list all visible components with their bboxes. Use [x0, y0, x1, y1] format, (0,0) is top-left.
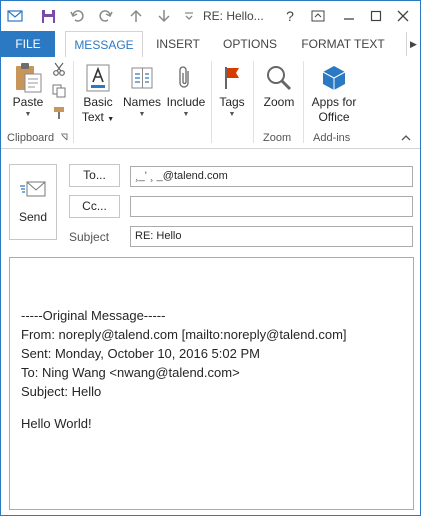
include-icon — [168, 61, 204, 95]
body-line-subject: Subject: Hello — [21, 384, 102, 399]
paste-dropdown-icon[interactable]: ▼ — [25, 110, 32, 120]
tags-dropdown-icon: ▼ — [228, 111, 236, 118]
title-bar: RE: Hello... ? — [1, 1, 420, 31]
save-icon[interactable] — [38, 6, 58, 26]
close-icon[interactable] — [390, 4, 416, 28]
cc-button[interactable]: Cc... — [69, 195, 120, 218]
collapse-ribbon-icon[interactable] — [399, 131, 413, 145]
copy-icon[interactable] — [50, 83, 68, 99]
previous-item-icon[interactable] — [126, 6, 146, 26]
ribbon-display-options-icon[interactable] — [305, 4, 331, 28]
tab-file[interactable]: FILE — [1, 31, 55, 57]
ribbon: Paste ▼ Clipboard Basic Text ▼ Names ▼ I… — [1, 57, 420, 149]
tags-button[interactable]: Tags ▼ — [215, 57, 249, 120]
apps-for-office-label-line1: Apps for — [311, 95, 357, 109]
body-line-sent: Sent: Monday, October 10, 2016 5:02 PM — [21, 346, 260, 361]
basic-text-label-line2-text: Text — [81, 110, 104, 124]
paste-button[interactable]: Paste ▼ — [7, 57, 49, 120]
group-separator — [253, 61, 254, 143]
undo-icon[interactable] — [68, 6, 88, 26]
redo-icon[interactable] — [95, 6, 115, 26]
tab-scroll-right-icon[interactable]: ▶ — [406, 32, 420, 56]
group-separator — [73, 61, 74, 143]
basic-text-icon — [80, 61, 116, 95]
paste-label: Paste — [12, 95, 44, 109]
basic-text-button[interactable]: Basic Text ▼ — [79, 57, 117, 127]
send-label: Send — [18, 210, 48, 224]
names-label: Names — [122, 95, 161, 109]
tab-options[interactable]: OPTIONS — [217, 31, 283, 57]
send-icon — [19, 179, 47, 202]
apps-for-office-label-line2: Office — [318, 110, 350, 124]
body-line-greeting: Hello World! — [21, 416, 92, 431]
to-button[interactable]: To... — [69, 164, 120, 187]
to-field[interactable]: ¸_' ¸ _@talend.com — [130, 166, 413, 187]
ribbon-tabs: FILE MESSAGE INSERT OPTIONS FORMAT TEXT — [1, 31, 420, 58]
zoom-icon — [261, 61, 297, 95]
tab-message[interactable]: MESSAGE — [65, 31, 143, 58]
message-body[interactable]: -----Original Message----- From: noreply… — [9, 257, 414, 510]
body-line-from: From: noreply@talend.com [mailto:noreply… — [21, 327, 347, 342]
clipboard-launcher-icon[interactable] — [59, 131, 69, 143]
basic-text-label-line1: Basic — [83, 95, 113, 109]
zoom-label: Zoom — [263, 95, 295, 109]
window-title: RE: Hello... — [203, 9, 264, 23]
to-field-obscured-prefix: ¸_' ¸ _ — [135, 170, 163, 182]
tab-format-text[interactable]: FORMAT TEXT — [295, 31, 391, 57]
to-field-value: @talend.com — [162, 170, 228, 182]
subject-label: Subject — [69, 230, 110, 244]
basic-text-label-line2: Text ▼ — [82, 110, 114, 127]
tags-label: Tags — [219, 95, 245, 109]
paste-icon — [10, 61, 46, 95]
cut-icon[interactable] — [50, 61, 68, 77]
subject-field[interactable]: RE: Hello — [130, 226, 413, 247]
format-painter-icon[interactable] — [50, 105, 68, 121]
send-button[interactable]: Send — [9, 164, 57, 240]
minimize-icon[interactable] — [336, 4, 362, 28]
customize-toolbar-icon[interactable] — [179, 6, 199, 26]
restore-icon[interactable] — [363, 4, 389, 28]
next-item-icon[interactable] — [154, 6, 174, 26]
outlook-app-icon — [5, 6, 25, 26]
flag-icon — [214, 61, 250, 95]
names-button[interactable]: Names ▼ — [121, 57, 163, 120]
include-dropdown-icon: ▼ — [182, 111, 190, 118]
clipboard-group-label: Clipboard — [7, 132, 55, 144]
names-dropdown-icon: ▼ — [138, 111, 146, 118]
outlook-message-window: RE: Hello... ? FILE MESSAGE INSERT OPTIO… — [0, 0, 421, 516]
body-line-original-message: -----Original Message----- — [21, 308, 166, 323]
body-line-to: To: Ning Wang <nwang@talend.com> — [21, 365, 240, 380]
include-button[interactable]: Include ▼ — [164, 57, 208, 120]
group-separator — [303, 61, 304, 143]
group-separator — [211, 61, 212, 143]
include-label: Include — [166, 95, 206, 109]
zoom-button[interactable]: Zoom — [257, 57, 301, 110]
apps-for-office-icon — [316, 61, 352, 95]
add-ins-group-label: Add-ins — [313, 132, 351, 144]
basic-text-dropdown-icon: ▼ — [107, 116, 115, 123]
tab-insert[interactable]: INSERT — [151, 31, 205, 57]
zoom-group-label: Zoom — [263, 132, 292, 144]
compose-header: Send To... ¸_' ¸ _@talend.com Cc... Subj… — [1, 150, 420, 250]
cc-field[interactable] — [130, 196, 413, 217]
help-button[interactable]: ? — [277, 4, 303, 28]
names-icon — [124, 61, 160, 95]
apps-for-office-button[interactable]: Apps for Office — [307, 57, 361, 125]
